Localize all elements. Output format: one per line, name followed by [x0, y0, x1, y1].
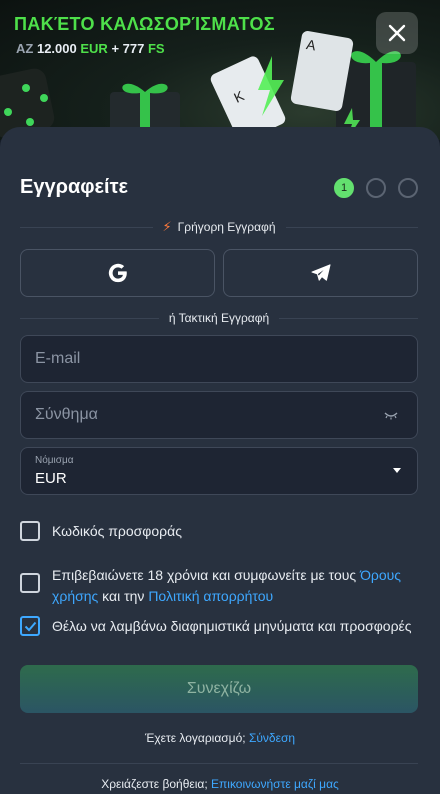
step-1: 1 [334, 178, 354, 198]
marketing-row: Θέλω να λαμβάνω διαφημιστικά μηνύματα κα… [20, 616, 422, 637]
terms-row: Επιβεβαιώνετε 18 χρόνια και συμφωνείτε μ… [20, 565, 412, 607]
classic-registration-label: ή Τακτική Εγγραφή [168, 311, 270, 325]
banner-currency: EUR [80, 41, 108, 56]
password-input[interactable] [35, 406, 403, 424]
step-3 [398, 178, 418, 198]
registration-panel: Εγγραφείτε 1 ⚡ Γρήγορη Εγγραφή ή Τακτική… [0, 127, 440, 794]
login-prompt: Έχετε λογαριασμό; Σύνδεση [0, 731, 440, 745]
currency-label: Νόμισμα [35, 455, 74, 466]
google-icon [108, 263, 127, 283]
terms-text-start: Επιβεβαιώνετε 18 χρόνια και συμφωνείτε μ… [52, 567, 357, 583]
email-input[interactable] [35, 350, 403, 368]
quick-registration-divider: ⚡ Γρήγορη Εγγραφή [20, 219, 418, 235]
checkmark-icon [24, 621, 36, 631]
need-help-text: Χρειάζεστε βοήθεια; [101, 777, 208, 791]
step-2 [366, 178, 386, 198]
currency-select[interactable]: Νόμισμα EUR [20, 447, 418, 495]
banner-bonus-line: ΑΖ 12.000 EUR + 777 FS [16, 41, 165, 56]
close-button[interactable] [376, 12, 418, 54]
terms-checkbox[interactable] [20, 573, 40, 593]
continue-button[interactable]: Συνεχίζω [20, 665, 418, 713]
classic-registration-divider: ή Τακτική Εγγραφή [20, 310, 418, 326]
have-account-text: Έχετε λογαριασμό; [144, 731, 246, 745]
marketing-checkbox[interactable] [20, 616, 40, 636]
banner-title: ΠΑΚΈΤΟ ΚΑΛΩΣΟΡΊΣΜΑΤΟΣ [14, 14, 275, 34]
banner-prefix: ΑΖ [16, 41, 34, 56]
banner-plus-amount: + 777 [111, 41, 145, 56]
telegram-signup-button[interactable] [223, 249, 418, 297]
promo-code-row: Κωδικός προσφοράς [20, 521, 182, 542]
marketing-label: Θέλω να λαμβάνω διαφημιστικά μηνύματα κα… [52, 618, 412, 634]
quick-registration-label: Γρήγορη Εγγραφή [177, 220, 276, 234]
promo-code-label: Κωδικός προσφοράς [52, 523, 182, 539]
promo-code-checkbox[interactable] [20, 521, 40, 541]
eye-closed-icon[interactable] [383, 409, 399, 421]
divider [20, 763, 418, 764]
banner-fs: FS [147, 41, 165, 56]
banner-amount: 12.000 [36, 41, 77, 56]
privacy-policy-link[interactable]: Πολιτική απορρήτου [148, 588, 273, 604]
contact-us-link[interactable]: Επικοινωνήστε μαζί μας [211, 777, 339, 791]
currency-value: EUR [35, 470, 67, 487]
step-indicator: 1 [334, 178, 418, 198]
welcome-banner: K A ΠΑΚΈΤΟ ΚΑΛΩΣΟΡΊΣΜΑΤΟΣ ΑΖ 12.000 EUR … [0, 0, 440, 140]
login-link[interactable]: Σύνδεση [249, 731, 295, 745]
page-title: Εγγραφείτε [20, 176, 129, 198]
google-signup-button[interactable] [20, 249, 215, 297]
close-icon [388, 24, 406, 42]
help-prompt: Χρειάζεστε βοήθεια; Επικοινωνήστε μαζί μ… [0, 777, 440, 791]
telegram-icon [310, 264, 331, 281]
lightning-icon: ⚡ [162, 219, 172, 234]
email-field[interactable] [20, 335, 418, 383]
password-field[interactable] [20, 391, 418, 439]
terms-text: Επιβεβαιώνετε 18 χρόνια και συμφωνείτε μ… [52, 565, 412, 607]
chevron-down-icon [393, 468, 401, 473]
terms-and-text: και την [102, 588, 145, 604]
